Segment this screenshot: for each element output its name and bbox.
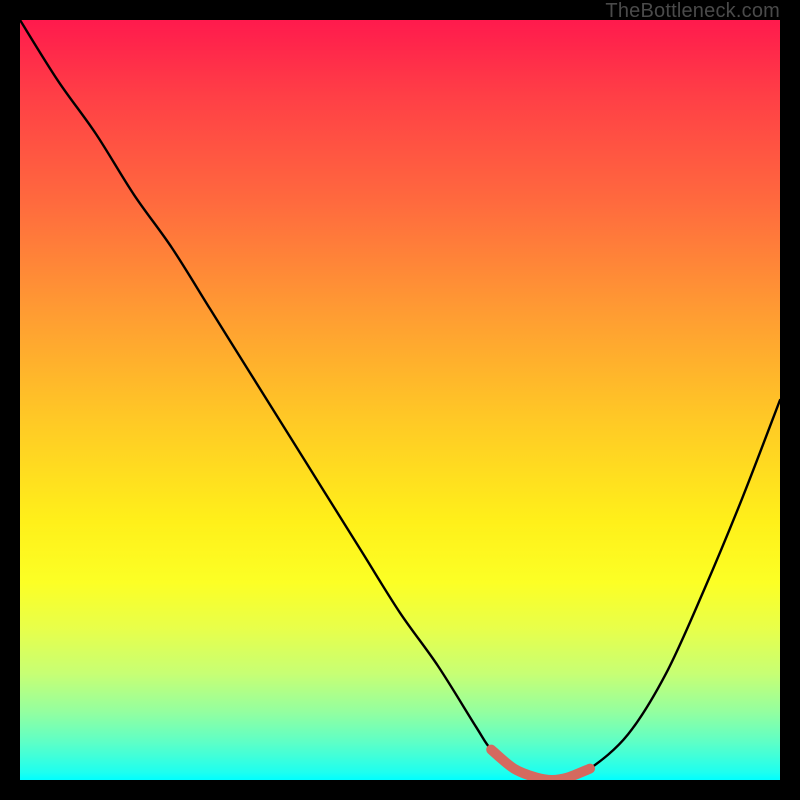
watermark-text: TheBottleneck.com: [605, 0, 780, 23]
chart-frame: TheBottleneck.com: [0, 0, 800, 800]
chart-svg-layer: [20, 20, 780, 780]
chart-plot-area: [20, 20, 780, 780]
bottleneck-curve: [20, 20, 780, 780]
optimal-zone-highlight: [491, 750, 590, 780]
